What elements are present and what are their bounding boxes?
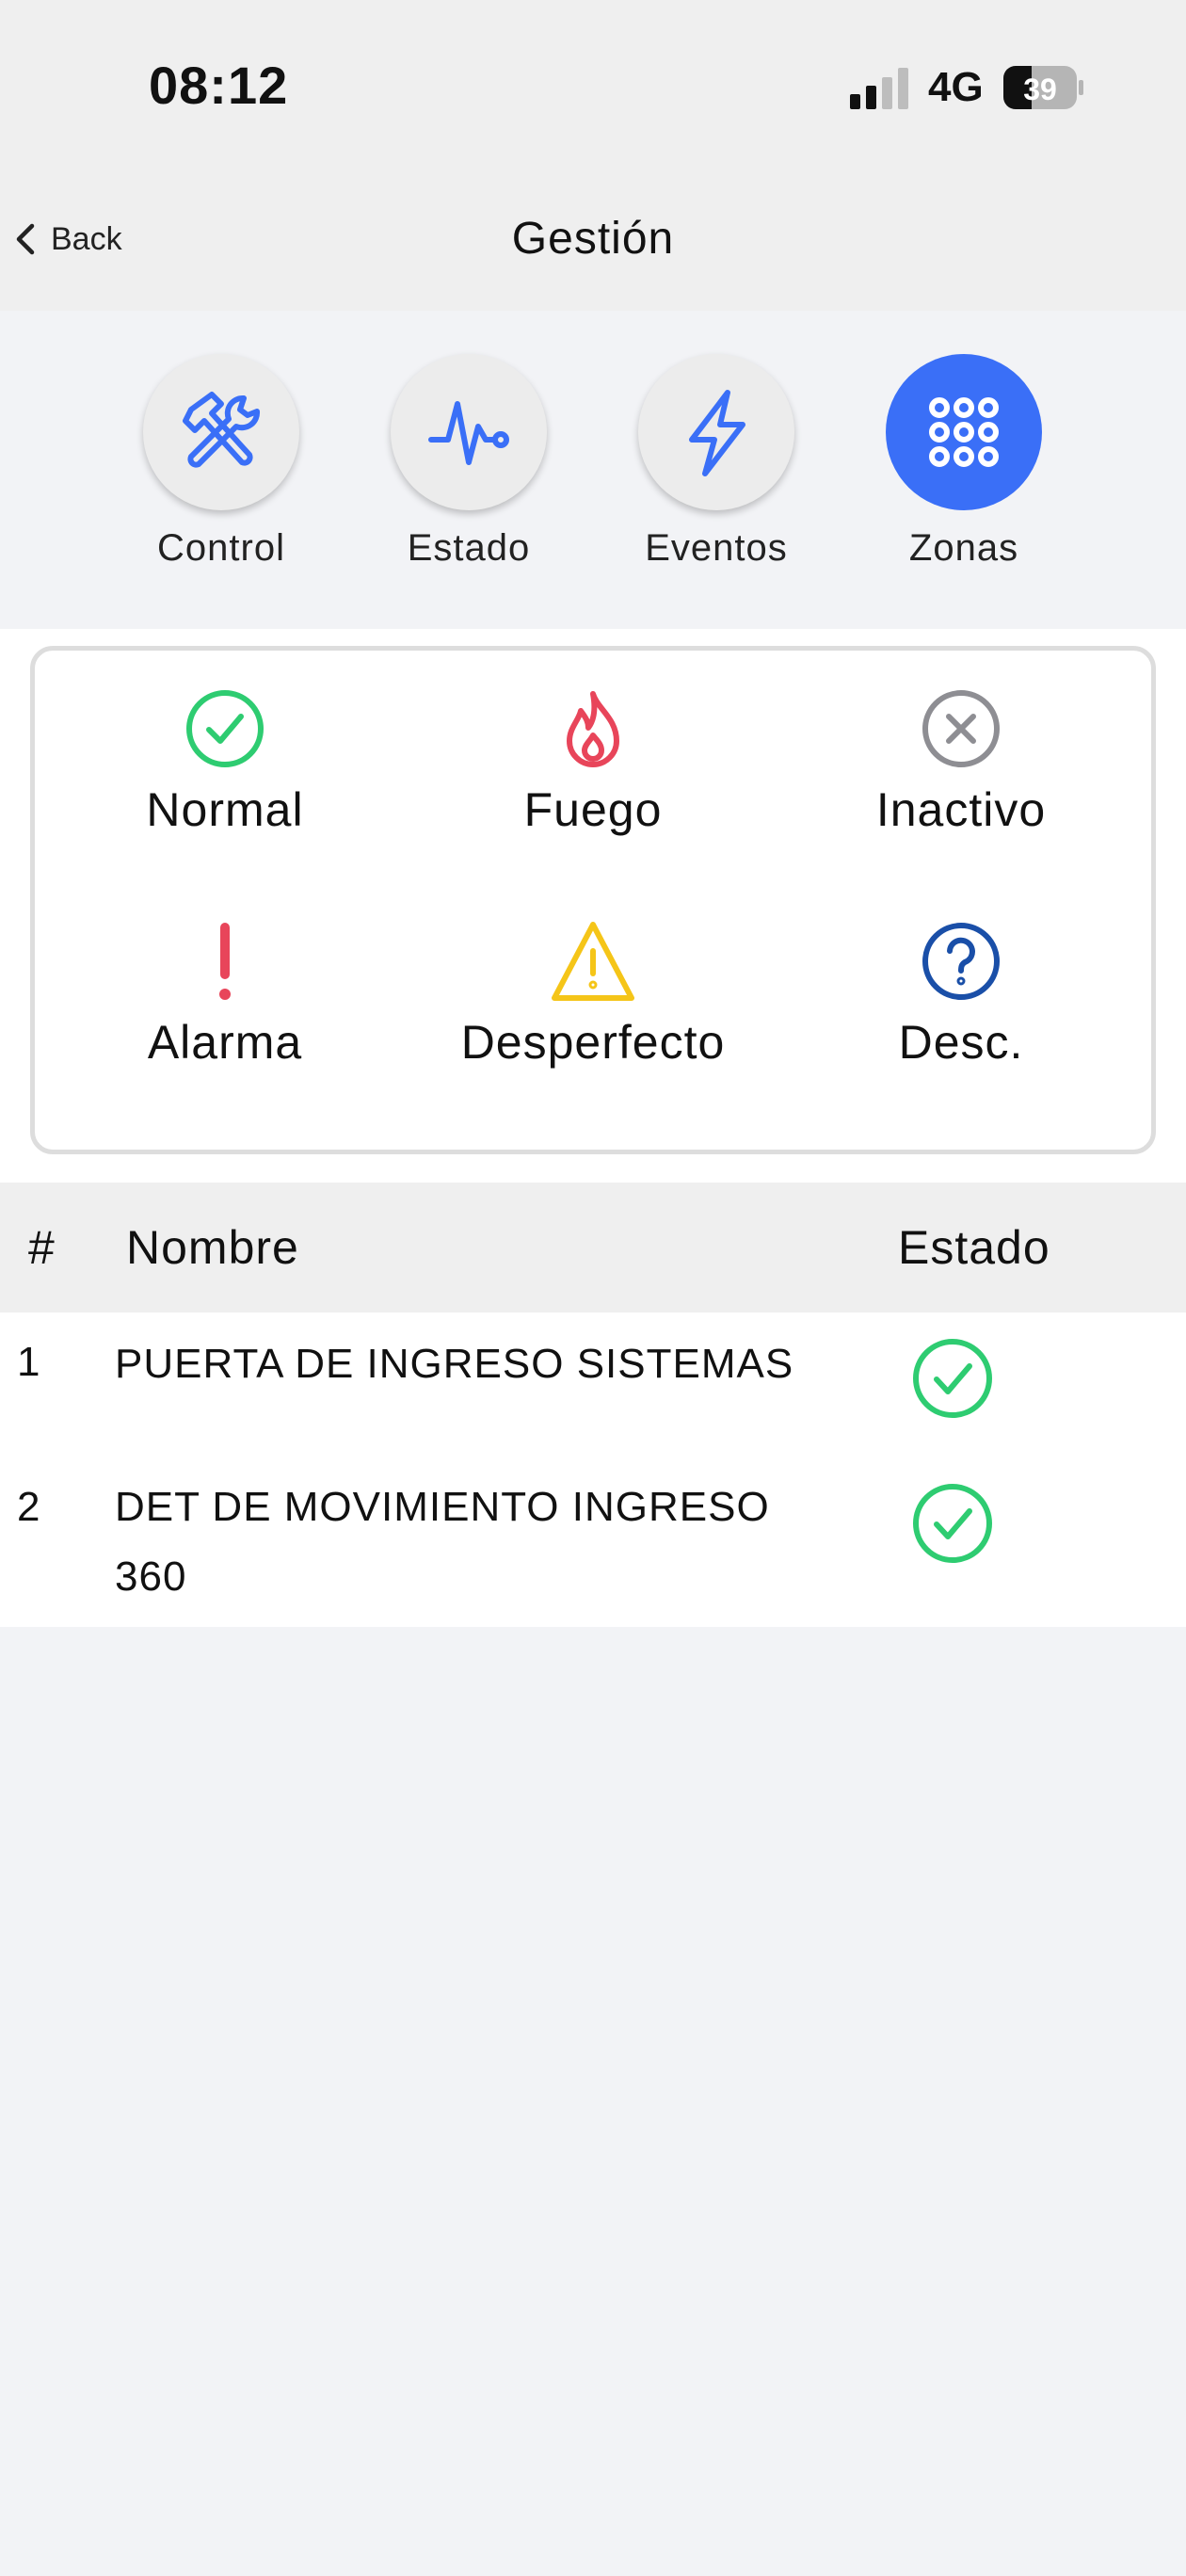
zone-status [909, 1335, 996, 1422]
check-circle-icon [913, 1339, 992, 1418]
column-status-header: Estado [898, 1221, 1050, 1274]
lightning-icon [689, 390, 745, 476]
legend-label: Desperfecto [460, 1016, 726, 1069]
zones-table-header: # Nombre Estado [0, 1183, 1186, 1312]
legend-inactivo: Inactivo [773, 686, 1149, 856]
legend-label: Alarma [147, 1016, 303, 1069]
zone-name: PUERTA DE INGRESO SISTEMAS [115, 1341, 794, 1387]
flame-icon [567, 691, 619, 767]
legend-desperfecto: Desperfecto [405, 919, 781, 1088]
grid-dots-icon [929, 397, 999, 467]
zone-name: DET DE MOVIMIENTO INGRESO 360 [115, 1484, 770, 1600]
legend-label: Normal [146, 783, 304, 836]
tab-eventos[interactable]: Eventos [613, 354, 820, 599]
tab-estado[interactable]: Estado [365, 354, 572, 599]
check-circle-icon [186, 690, 264, 767]
legend-desc: Desc. [773, 919, 1149, 1088]
legend-label: Inactivo [875, 783, 1047, 836]
tab-zonas-button[interactable] [886, 354, 1042, 510]
legend-section: Normal Fuego Inactivo Alarma Desperfecto… [0, 629, 1186, 1183]
tab-control-label: Control [157, 527, 285, 569]
zone-number: 2 [17, 1484, 40, 1530]
legend-fuego: Fuego [405, 686, 781, 856]
tab-estado-button[interactable] [391, 354, 547, 510]
tab-control[interactable]: Control [118, 354, 325, 599]
question-circle-icon [922, 923, 1000, 1000]
tab-eventos-label: Eventos [645, 527, 788, 569]
clock: 08:12 [149, 56, 289, 115]
zones-table: 1 PUERTA DE INGRESO SISTEMAS 2 DET DE MO… [0, 1312, 1186, 1627]
zone-status [909, 1480, 996, 1567]
tab-eventos-button[interactable] [638, 354, 794, 510]
tools-icon [183, 392, 261, 468]
tab-control-button[interactable] [143, 354, 299, 510]
warning-triangle-icon [552, 922, 634, 1001]
legend-label: Fuego [523, 783, 663, 836]
legend-normal: Normal [37, 686, 413, 856]
pulse-icon [428, 401, 509, 465]
battery-icon: 39 [1003, 66, 1083, 109]
table-row[interactable]: 2 DET DE MOVIMIENTO INGRESO 360 [0, 1454, 1186, 1627]
network-type: 4G [928, 64, 984, 110]
signal-icon [850, 68, 908, 109]
legend-label: Desc. [898, 1016, 1024, 1069]
zone-number: 1 [17, 1339, 40, 1385]
column-number-header: # [28, 1221, 56, 1274]
status-legend: Normal Fuego Inactivo Alarma Desperfecto… [30, 646, 1156, 1154]
table-row[interactable]: 1 PUERTA DE INGRESO SISTEMAS [0, 1312, 1186, 1454]
x-circle-icon [922, 690, 1000, 767]
page-title: Gestión [511, 214, 675, 264]
tab-zonas[interactable]: Zonas [860, 354, 1067, 599]
tab-zonas-label: Zonas [908, 527, 1019, 569]
status-bar: 08:12 4G 39 [0, 0, 1186, 169]
exclamation-icon [219, 923, 231, 1000]
battery-level: 39 [1023, 72, 1057, 106]
tab-estado-label: Estado [407, 527, 531, 569]
column-name-header: Nombre [126, 1221, 299, 1274]
navigation-bar: Back Gestión [0, 169, 1186, 311]
check-circle-icon [913, 1484, 992, 1563]
legend-alarma: Alarma [37, 919, 413, 1088]
section-tabs: Control Estado Eventos Zonas [0, 311, 1186, 629]
